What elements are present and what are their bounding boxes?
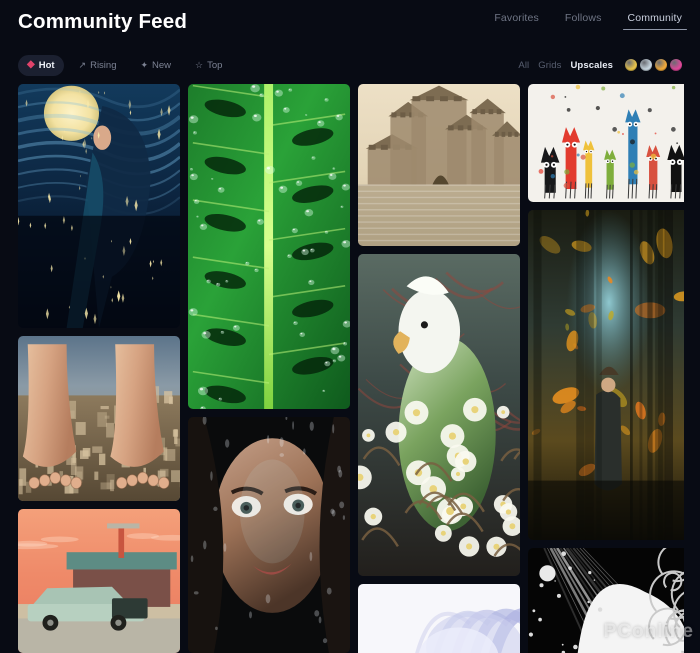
sort-chip-group: ◆ Hot ↗ Rising ✦ New ☆ Top [18,54,231,76]
feed-image-castle-sketch[interactable] [358,84,520,246]
reaction-emoji-group [625,59,682,71]
type-filter-all[interactable]: All [518,60,529,71]
top-nav-tabs: Favorites Follows Community [494,12,688,32]
type-filter-grids[interactable]: Grids [538,60,561,71]
sort-chip-new[interactable]: ✦ New [131,55,180,76]
feed-image-white-parrot-flowers[interactable] [358,254,520,576]
type-filter-upscales[interactable]: Upscales [570,60,613,71]
sort-chip-top[interactable]: ☆ Top [186,55,231,76]
community-feed-page: Community Feed Favorites Follows Community… [0,0,700,653]
feed-image-monochrome-woman[interactable] [528,548,684,653]
nav-tab-follows[interactable]: Follows [565,12,602,30]
feed-image-retro-car-gas-station[interactable] [18,509,180,653]
feed-image-whimsical-cats[interactable] [528,84,684,202]
reaction-emoji-1[interactable] [625,59,637,71]
filter-bar: ◆ Hot ↗ Rising ✦ New ☆ Top All Grids Upscales [0,48,700,82]
feed-image-giant-feet-city[interactable] [18,336,180,501]
page-header: Community Feed Favorites Follows Community [0,0,700,44]
feed-image-starry-night-girl[interactable] [18,84,180,328]
feed-image-woman-rain-portrait[interactable] [188,417,350,653]
reaction-emoji-2[interactable] [640,59,652,71]
trending-up-icon: ↗ [78,59,87,70]
star-icon: ☆ [195,59,204,70]
sort-chip-hot[interactable]: ◆ Hot [18,54,64,76]
sort-chip-label: Rising [90,59,117,71]
feed-masonry-grid [18,84,684,653]
reaction-emoji-3[interactable] [655,59,667,71]
feed-column-4 [528,84,684,653]
nav-tab-community[interactable]: Community [622,12,688,30]
feed-image-forest-explorer[interactable] [528,210,684,540]
feed-column-2 [188,84,350,653]
feed-column-3 [358,84,520,653]
sparkle-icon: ✦ [140,59,149,70]
feed-image-monstera-leaf[interactable] [188,84,350,409]
sort-chip-label: Hot [38,59,55,71]
feed-image-white-lily[interactable] [358,584,520,653]
reaction-emoji-4[interactable] [670,59,682,71]
sort-chip-rising[interactable]: ↗ Rising [70,55,126,76]
flame-icon: ◆ [27,59,35,70]
page-title: Community Feed [18,9,188,33]
type-filter-group: All Grids Upscales [518,59,682,71]
sort-chip-label: New [152,59,172,71]
feed-column-1 [18,84,180,653]
sort-chip-label: Top [207,59,223,71]
nav-tab-favorites[interactable]: Favorites [494,12,539,30]
